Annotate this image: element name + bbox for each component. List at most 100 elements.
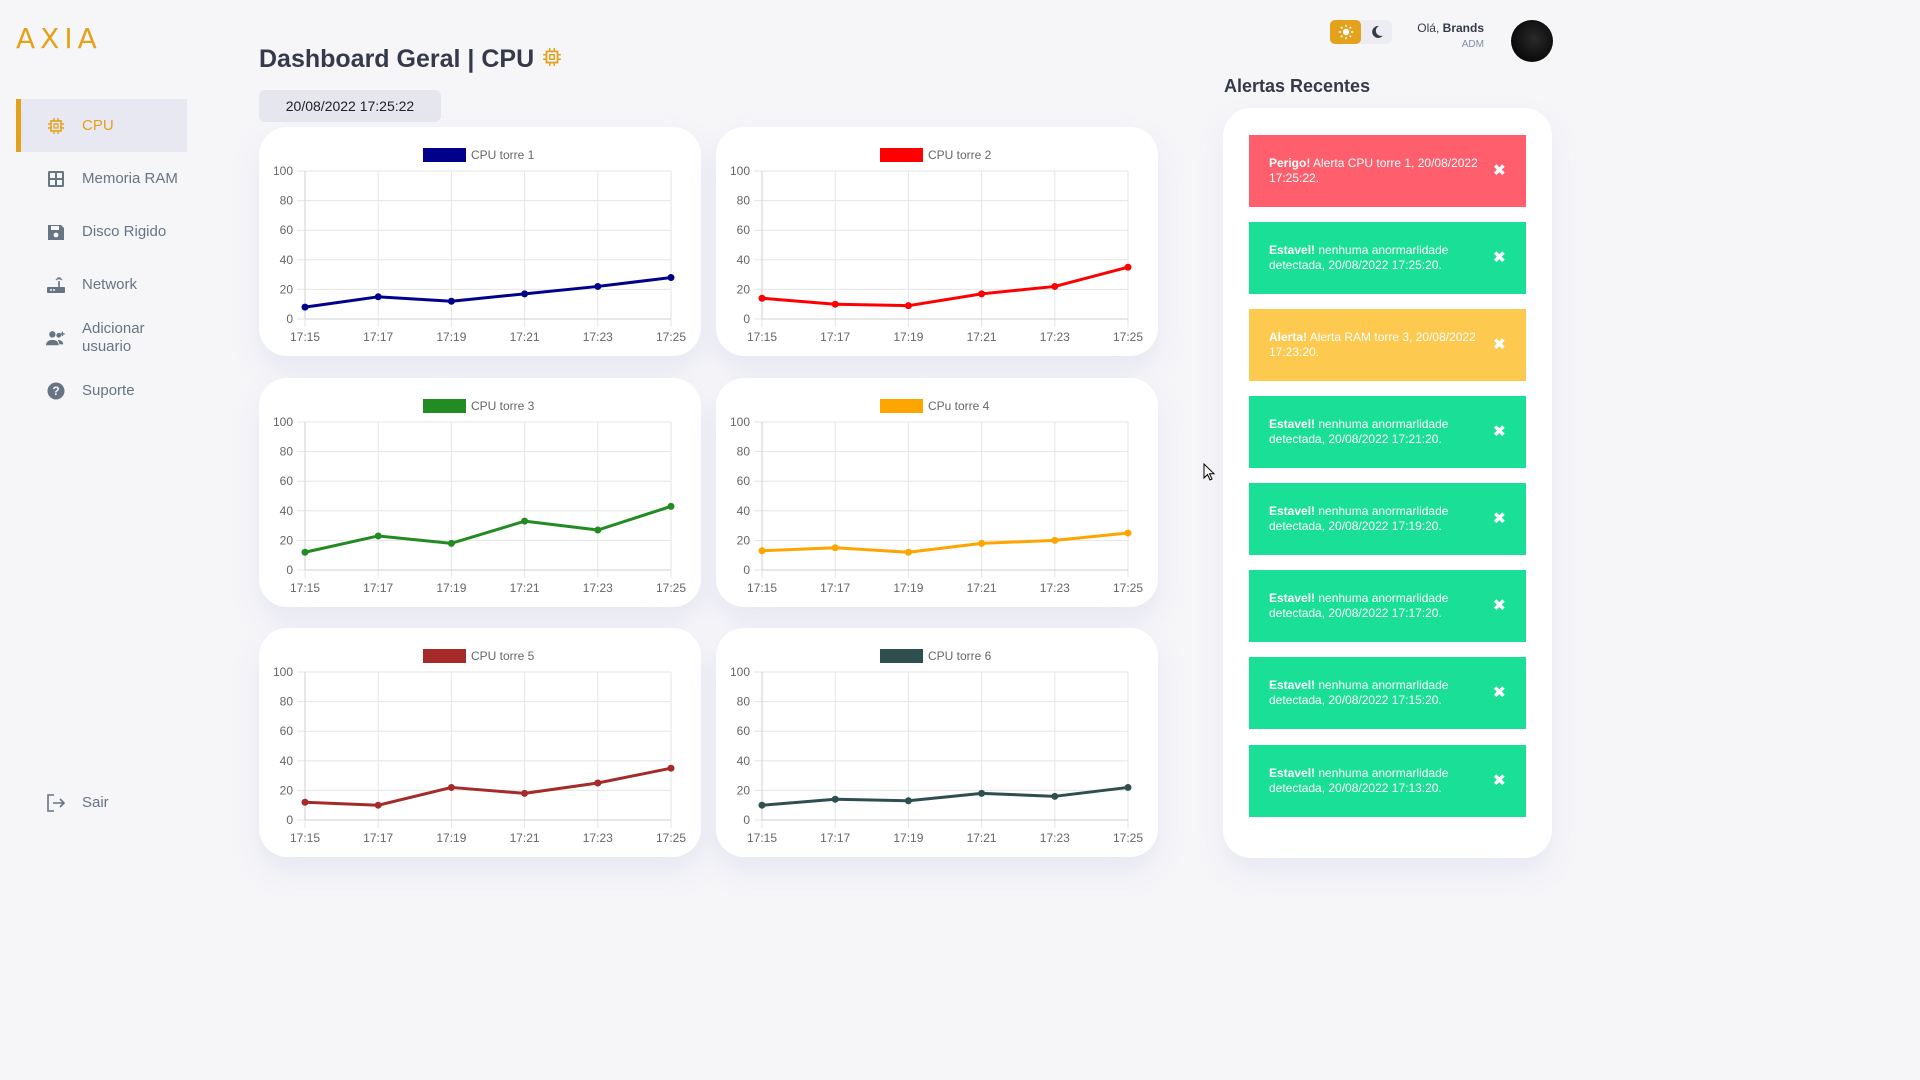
y-tick-label: 0 xyxy=(286,813,293,827)
x-tick-label: 17:25 xyxy=(1113,581,1143,595)
user-name: Brands xyxy=(1442,21,1484,35)
data-point xyxy=(904,548,912,556)
y-tick-label: 100 xyxy=(730,415,750,429)
avatar[interactable] xyxy=(1511,20,1553,62)
alert-warn: Alerta! Alerta RAM torre 3, 20/08/2022 1… xyxy=(1249,309,1526,381)
y-tick-label: 20 xyxy=(280,783,294,797)
add-user-icon xyxy=(46,328,66,348)
chart-card-cpu-torre-6: CPU torre 6 0 20 40 60 80 100 17:15 17:17 17:19 17… xyxy=(716,628,1158,857)
x-tick-label: 17:15 xyxy=(747,330,777,344)
series-line xyxy=(304,766,672,807)
data-point xyxy=(978,789,986,797)
legend-swatch xyxy=(880,399,923,413)
data-point xyxy=(831,795,839,803)
alerts-title: Alertas Recentes xyxy=(1224,76,1371,96)
close-icon[interactable]: ✖ xyxy=(1493,163,1506,179)
user-role: ADM xyxy=(1461,39,1484,50)
sidebar-item-suporte[interactable]: ? Suporte xyxy=(16,364,187,417)
data-point xyxy=(594,526,602,534)
data-point xyxy=(1051,282,1059,290)
data-point xyxy=(447,297,455,305)
alert-message: Alerta! Alerta RAM torre 3, 20/08/2022 1… xyxy=(1269,330,1486,360)
disk-icon xyxy=(46,222,66,242)
data-point xyxy=(447,539,455,547)
x-tick-label: 17:23 xyxy=(583,831,613,845)
alert-message: Perigo! Alerta CPU torre 1, 20/08/2022 1… xyxy=(1269,156,1486,186)
sidebar-item-adicionar-usuario[interactable]: Adicionar usuario xyxy=(16,311,187,364)
data-point xyxy=(758,547,766,555)
cpu-torre-4-chart: CPu torre 4 0 20 40 60 80 100 17:15 17:17 17:19 17… xyxy=(730,399,1143,595)
data-point xyxy=(667,502,675,510)
sidebar-item-memoria-ram[interactable]: Memoria RAM xyxy=(16,152,187,205)
legend-label: CPu torre 4 xyxy=(928,399,990,413)
data-point xyxy=(594,779,602,787)
y-tick-label: 80 xyxy=(737,695,751,709)
x-tick-label: 17:17 xyxy=(820,831,850,845)
y-tick-label: 40 xyxy=(280,504,294,518)
close-icon[interactable]: ✖ xyxy=(1493,424,1506,440)
x-tick-label: 17:21 xyxy=(510,330,540,344)
alert-ok: Estavel! nenhuma anormarlidade detectada… xyxy=(1249,222,1526,294)
alert-message: Estavel! nenhuma anormarlidade detectada… xyxy=(1269,417,1486,447)
close-icon[interactable]: ✖ xyxy=(1493,598,1506,614)
legend-label: CPU torre 2 xyxy=(928,148,992,162)
y-tick-label: 80 xyxy=(280,695,294,709)
x-tick-label: 17:15 xyxy=(290,581,320,595)
router-icon xyxy=(46,275,66,295)
close-icon[interactable]: ✖ xyxy=(1493,773,1506,789)
sidebar-item-disco-rigido[interactable]: Disco Rigido xyxy=(16,205,187,258)
data-point xyxy=(831,544,839,552)
logout-button[interactable]: Sair xyxy=(16,776,187,829)
x-tick-label: 17:23 xyxy=(583,330,613,344)
cpu-icon xyxy=(46,116,66,136)
alert-ok: Estavel! nenhuma anormarlidade detectada… xyxy=(1249,657,1526,729)
chart-card-cpu-torre-3: CPU torre 3 0 20 40 60 80 100 17:15 17:17 17:19 17… xyxy=(259,378,701,607)
sidebar-item-label: CPU xyxy=(82,116,114,134)
x-tick-label: 17:15 xyxy=(290,330,320,344)
alert-danger: Perigo! Alerta CPU torre 1, 20/08/2022 1… xyxy=(1249,135,1526,207)
logout-icon xyxy=(46,793,66,813)
data-point xyxy=(758,801,766,809)
x-tick-label: 17:21 xyxy=(967,831,997,845)
y-tick-label: 40 xyxy=(280,754,294,768)
sidebar-item-cpu[interactable]: CPU xyxy=(16,99,187,152)
x-tick-label: 17:17 xyxy=(363,831,393,845)
light-mode-toggle[interactable] xyxy=(1330,20,1361,44)
legend-label: CPU torre 1 xyxy=(471,148,535,162)
legend-swatch xyxy=(423,399,466,413)
x-tick-label: 17:19 xyxy=(893,330,923,344)
page-title-text: Dashboard Geral | CPU xyxy=(259,45,535,73)
close-icon[interactable]: ✖ xyxy=(1493,685,1506,701)
sidebar-item-label: Disco Rigido xyxy=(82,222,167,240)
sidebar-item-label: Adicionar usuario xyxy=(82,319,145,355)
x-tick-label: 17:25 xyxy=(1113,831,1143,845)
sun-icon xyxy=(1338,24,1353,40)
data-point xyxy=(301,548,309,556)
x-tick-label: 17:17 xyxy=(363,581,393,595)
y-tick-label: 0 xyxy=(743,813,750,827)
y-tick-label: 40 xyxy=(737,504,751,518)
sidebar-item-label: Network xyxy=(82,275,138,293)
close-icon[interactable]: ✖ xyxy=(1493,511,1506,527)
chart-card-cpu-torre-5: CPU torre 5 0 20 40 60 80 100 17:15 17:17 17:19 17… xyxy=(259,628,701,857)
alert-status: Estavel! xyxy=(1269,504,1316,518)
y-tick-label: 20 xyxy=(280,533,294,547)
close-icon[interactable]: ✖ xyxy=(1493,337,1506,353)
x-tick-label: 17:23 xyxy=(583,581,613,595)
x-tick-label: 17:21 xyxy=(510,581,540,595)
x-tick-label: 17:15 xyxy=(747,831,777,845)
user-greeting: Olá, Brands xyxy=(1380,21,1484,35)
x-tick-label: 17:15 xyxy=(290,831,320,845)
sidebar-item-label: Suporte xyxy=(82,381,135,399)
alert-status: Estavel! xyxy=(1269,678,1316,692)
y-tick-label: 20 xyxy=(737,783,751,797)
greeting-text: Olá, xyxy=(1417,21,1440,35)
logout-label: Sair xyxy=(82,793,109,811)
close-icon[interactable]: ✖ xyxy=(1493,250,1506,266)
alert-message: Estavel! nenhuma anormarlidade detectada… xyxy=(1269,504,1486,534)
legend-swatch xyxy=(423,148,466,162)
sidebar-item-network[interactable]: Network xyxy=(16,258,187,311)
y-tick-label: 60 xyxy=(280,474,294,488)
y-tick-label: 80 xyxy=(280,445,294,459)
alert-ok: Estavel! nenhuma anormarlidade detectada… xyxy=(1249,396,1526,468)
